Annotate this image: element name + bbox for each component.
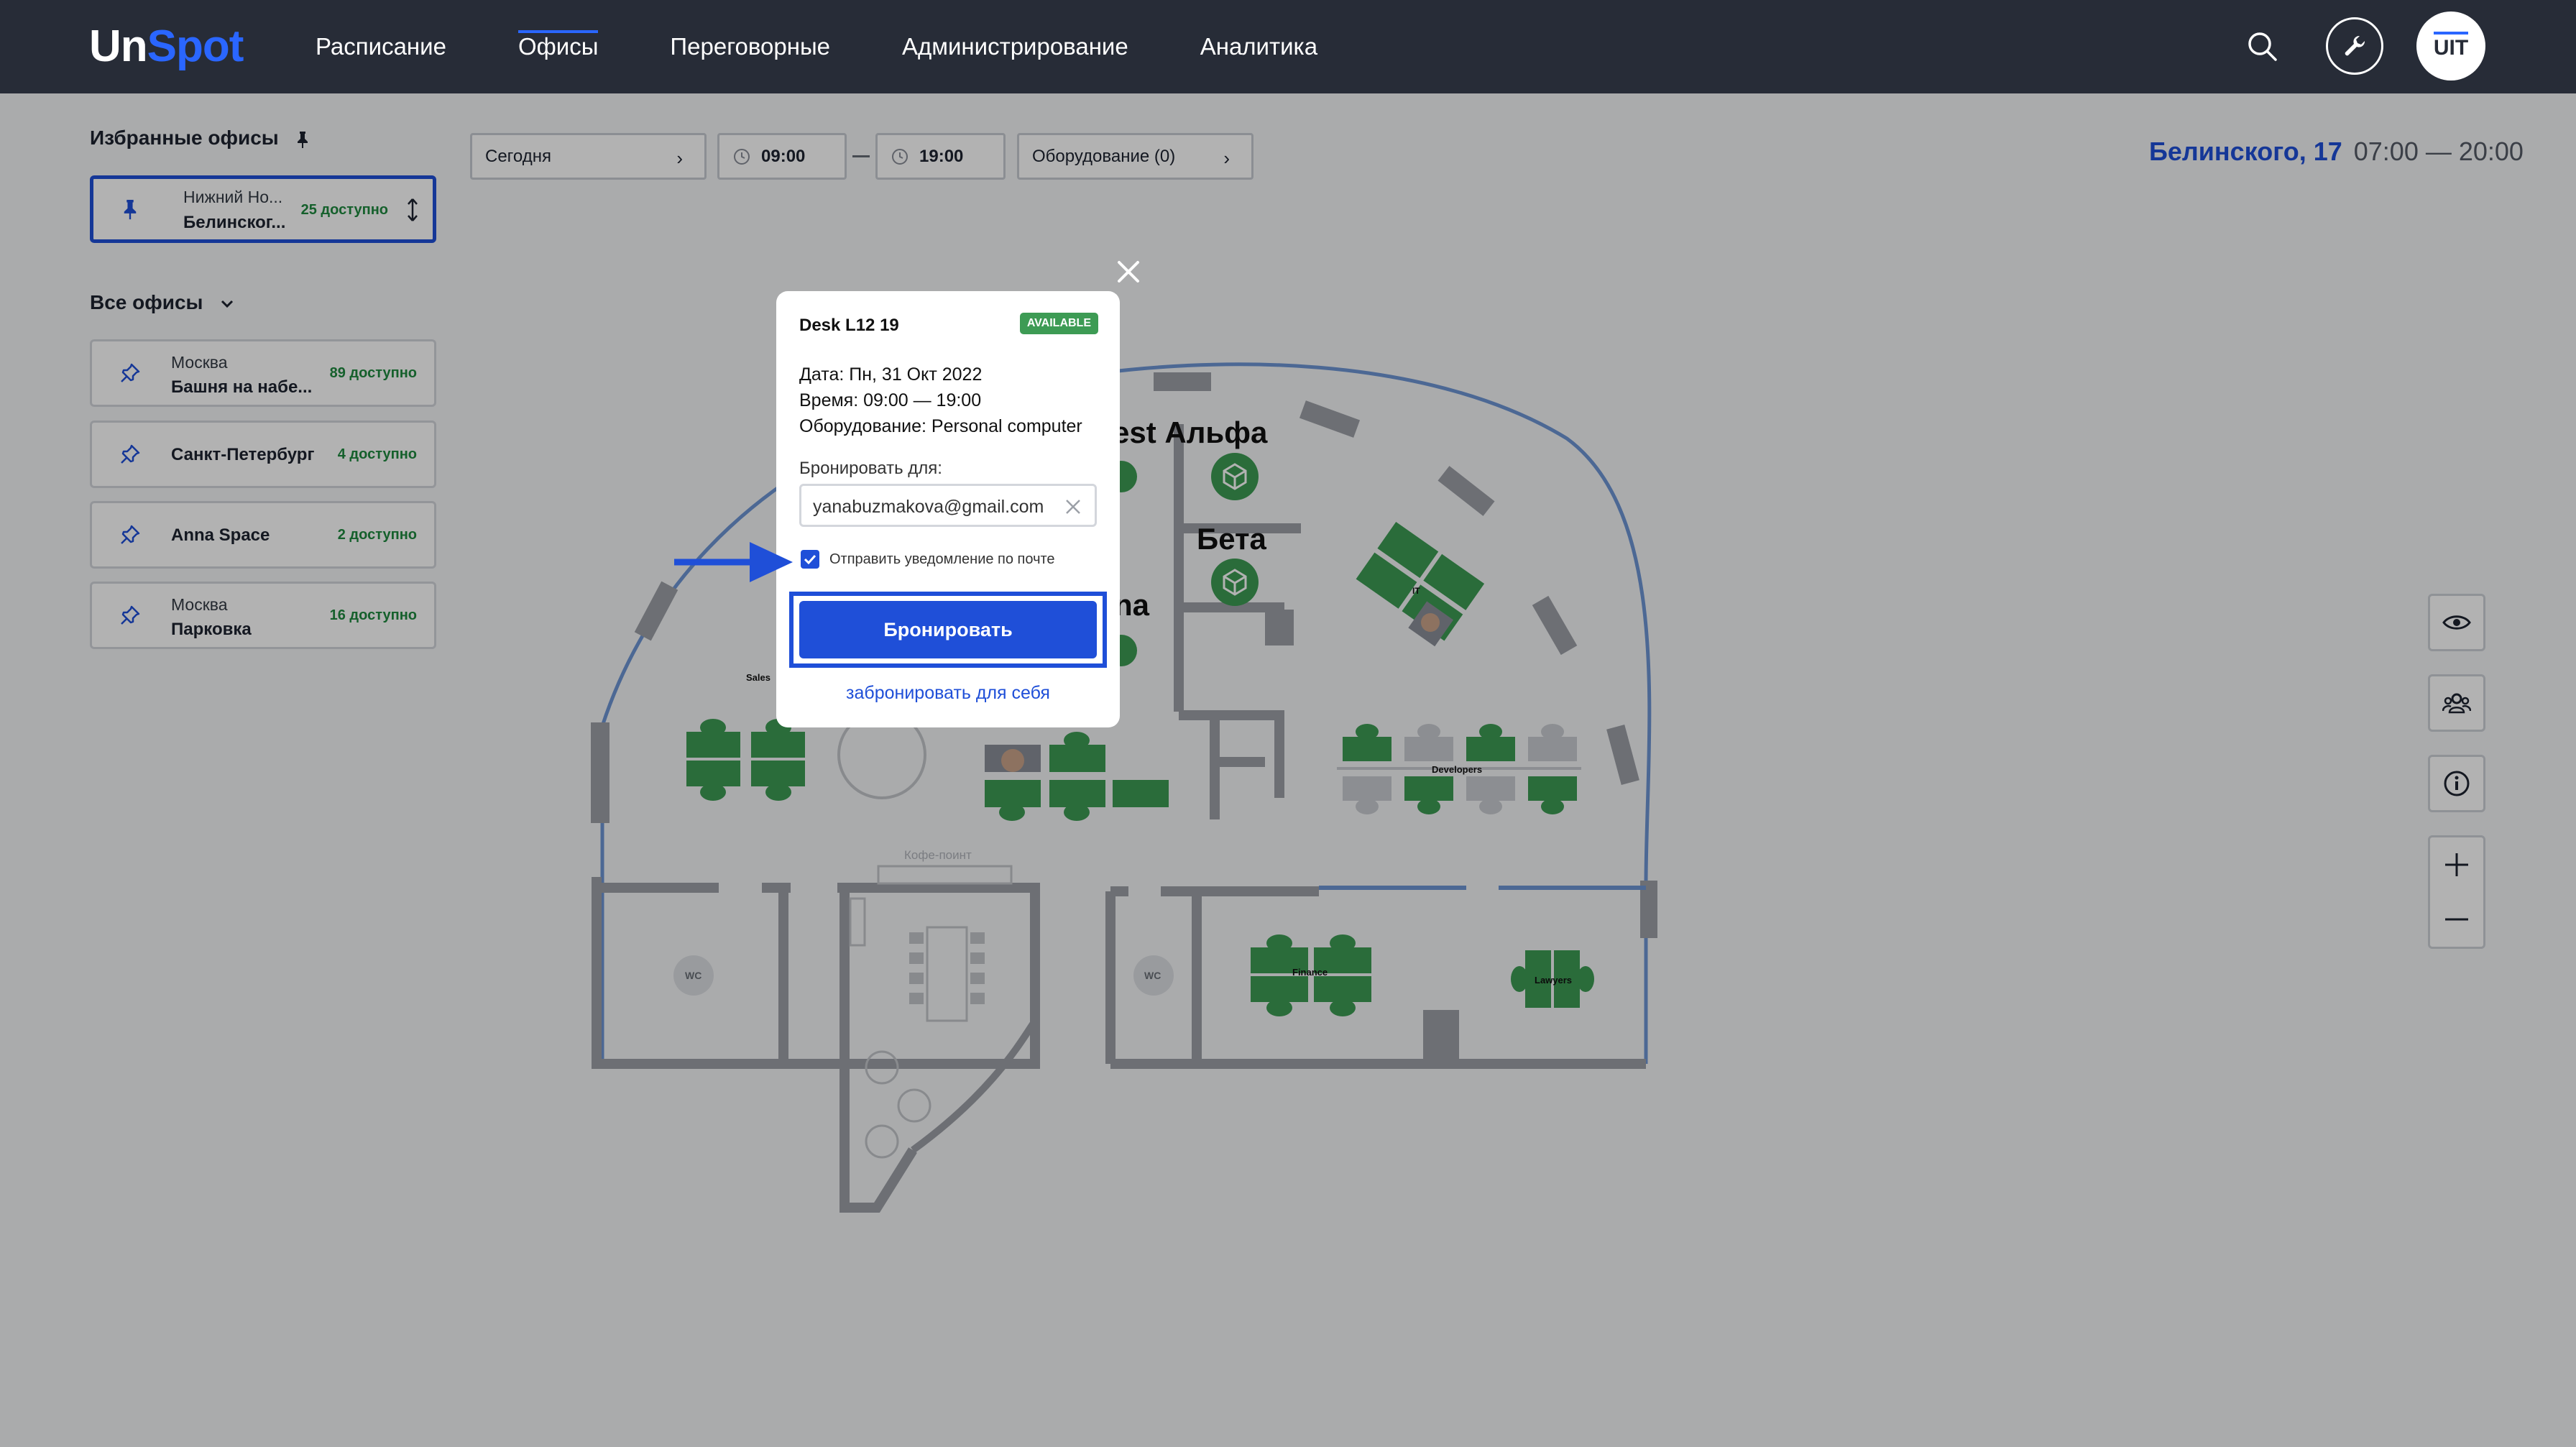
search-icon: [2248, 32, 2277, 61]
clear-icon[interactable]: [1064, 498, 1082, 515]
notify-email-checkbox[interactable]: [801, 550, 819, 569]
user-avatar[interactable]: UIT: [2416, 12, 2485, 81]
wrench-icon: [2345, 35, 2365, 56]
booking-equipment: Оборудование: Personal computer: [799, 416, 1082, 436]
nav-analytics[interactable]: Аналитика: [1200, 0, 1317, 93]
unspot-logo[interactable]: UnSpot: [89, 16, 244, 78]
modal-backdrop[interactable]: [0, 93, 2576, 1447]
book-for-label: Бронировать для:: [799, 459, 942, 478]
nav-meeting-rooms[interactable]: Переговорные: [670, 0, 830, 93]
email-value: yanabuzmakova@gmail.com: [813, 497, 1044, 517]
avatar-initials: UIT: [2433, 32, 2469, 60]
settings-button[interactable]: [2326, 17, 2383, 75]
checkmark-icon: [804, 554, 816, 564]
search-button[interactable]: [2233, 17, 2291, 75]
nav-administration[interactable]: Администрирование: [902, 0, 1128, 93]
nav-offices[interactable]: Офисы: [518, 0, 599, 93]
status-badge: AVAILABLE: [1019, 313, 1098, 334]
close-icon[interactable]: [1116, 259, 1141, 285]
top-bar: UnSpot Расписание Офисы Переговорные Адм…: [0, 0, 2576, 93]
booking-time: Время: 09:00 — 19:00: [799, 390, 982, 410]
book-for-email-field[interactable]: yanabuzmakova@gmail.com: [799, 484, 1097, 527]
booking-date: Дата: Пн, 31 Окт 2022: [799, 364, 983, 385]
notify-email-label[interactable]: Отправить уведомление по почте: [829, 551, 1055, 568]
arrow-pointer-icon: [674, 542, 793, 582]
main-nav: Расписание Офисы Переговорные Администри…: [316, 0, 1389, 93]
nav-schedule[interactable]: Расписание: [316, 0, 446, 93]
book-button[interactable]: Бронировать: [799, 601, 1097, 658]
desk-title: Desk L12 19: [799, 316, 899, 335]
desk-booking-popup: Desk L12 19 AVAILABLE Дата: Пн, 31 Окт 2…: [776, 291, 1120, 727]
book-for-self-link[interactable]: забронировать для себя: [776, 683, 1120, 704]
